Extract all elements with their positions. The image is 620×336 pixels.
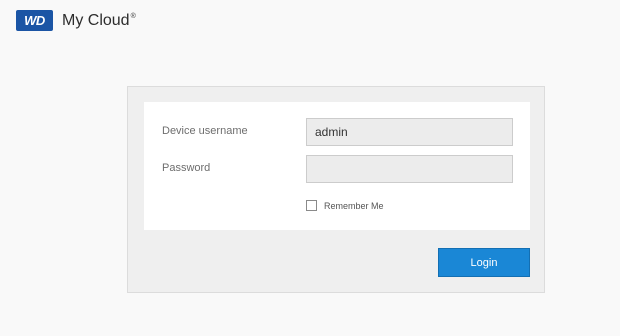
product-name: My Cloud <box>62 11 130 29</box>
trademark-symbol: ® <box>130 13 136 21</box>
login-form: Device username Password Remember Me <box>144 102 530 230</box>
remember-me-checkbox[interactable] <box>306 200 317 211</box>
header: WD My Cloud® <box>16 10 136 31</box>
wd-logo: WD <box>16 10 53 31</box>
username-field[interactable] <box>306 118 513 146</box>
login-panel: Device username Password Remember Me Log… <box>127 86 545 293</box>
password-field[interactable] <box>306 155 513 183</box>
password-label: Password <box>162 162 211 174</box>
login-button[interactable]: Login <box>438 248 530 277</box>
username-label: Device username <box>162 125 248 137</box>
product-title: My Cloud® <box>62 12 136 30</box>
remember-me-option[interactable]: Remember Me <box>306 200 384 211</box>
remember-me-label: Remember Me <box>324 200 384 211</box>
